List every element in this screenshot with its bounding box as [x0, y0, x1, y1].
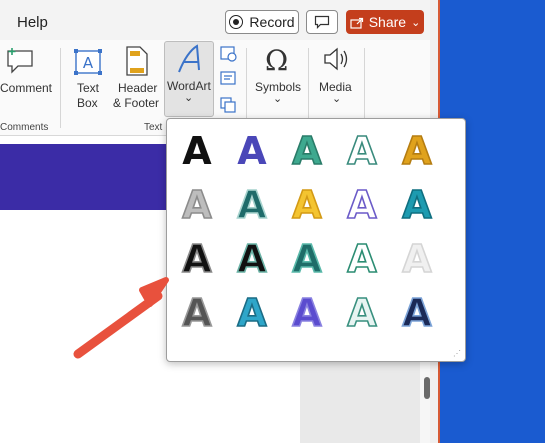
share-icon [350, 17, 363, 29]
help-tab[interactable]: Help [17, 14, 48, 31]
wordart-style-18[interactable]: A [286, 291, 328, 335]
resize-grip-icon[interactable]: ⋰ [453, 349, 461, 358]
comment-ribbon-button[interactable]: Comment [0, 44, 52, 104]
record-icon [229, 15, 244, 29]
media-icon [324, 47, 348, 71]
comment-label: Comment [0, 81, 53, 95]
group-divider [246, 48, 247, 128]
chevron-down-icon: ⌄ [411, 16, 421, 29]
wordart-style-17[interactable]: A [231, 291, 273, 335]
chevron-down-icon: ⌄ [184, 92, 194, 104]
powerpoint-window: Help Record Share ⌄ Comment Comments A T… [0, 0, 545, 443]
wordart-style-5[interactable]: A [396, 129, 438, 173]
chevron-down-icon: ⌄ [332, 93, 342, 105]
wordart-style-6[interactable]: A [176, 183, 218, 227]
comments-group-label: Comments [0, 122, 49, 133]
object-button[interactable] [219, 96, 237, 114]
wordart-icon [178, 44, 200, 73]
group-divider [308, 48, 309, 128]
wordart-style-1[interactable]: A [176, 129, 218, 173]
wordart-style-2[interactable]: A [231, 129, 273, 173]
record-button[interactable]: Record [225, 10, 299, 34]
wordart-style-15[interactable]: A [396, 237, 438, 281]
group-divider [60, 48, 61, 128]
wordart-style-8[interactable]: A [286, 183, 328, 227]
wordart-style-14[interactable]: A [341, 237, 383, 281]
header-footer-label-line2: & Footer [113, 96, 160, 110]
wordart-style-12[interactable]: A [231, 237, 273, 281]
share-label: Share [368, 14, 407, 30]
wordart-style-4[interactable]: A [341, 129, 383, 173]
wordart-style-9[interactable]: A [341, 183, 383, 227]
date-time-icon [220, 46, 237, 62]
wordart-style-19[interactable]: A [341, 291, 383, 335]
textbox-label-line2: Box [77, 96, 98, 110]
wordart-gallery: ⋰ AAAAAAAAAAAAAAAAAAAA [166, 118, 466, 362]
svg-text:A: A [83, 54, 94, 72]
slide-number-button[interactable] [219, 70, 237, 88]
pointer-arrow [73, 277, 169, 359]
slide-number-icon [220, 71, 236, 85]
wordart-style-20[interactable]: A [396, 291, 438, 335]
header-footer-icon [126, 46, 148, 76]
symbols-button[interactable]: Ω Symbols ⌄ [252, 44, 304, 108]
date-time-button[interactable] [219, 44, 237, 62]
textbox-icon: A [74, 49, 102, 75]
symbols-icon: Ω [265, 44, 289, 77]
titlebar: Help Record Share ⌄ [0, 0, 437, 40]
chevron-down-icon: ⌄ [273, 93, 283, 105]
wordart-style-10[interactable]: A [396, 183, 438, 227]
record-label: Record [249, 14, 295, 30]
textbox-button[interactable]: A Text Box [68, 44, 110, 114]
wordart-style-13[interactable]: A [286, 237, 328, 281]
comment-button[interactable] [306, 10, 338, 34]
object-icon [220, 97, 236, 113]
wordart-style-7[interactable]: A [231, 183, 273, 227]
wordart-button[interactable]: WordArt ⌄ [164, 41, 214, 117]
text-group-label: Text [144, 122, 163, 133]
header-footer-label-line1: Header [118, 81, 158, 95]
new-comment-icon [7, 48, 33, 74]
wordart-style-3[interactable]: A [286, 129, 328, 173]
group-divider [364, 48, 365, 128]
comment-icon [314, 15, 330, 29]
share-button[interactable]: Share ⌄ [346, 10, 424, 34]
textbox-label-line1: Text [77, 81, 100, 95]
media-button[interactable]: Media ⌄ [314, 44, 360, 108]
header-footer-button[interactable]: Header & Footer [112, 44, 164, 114]
